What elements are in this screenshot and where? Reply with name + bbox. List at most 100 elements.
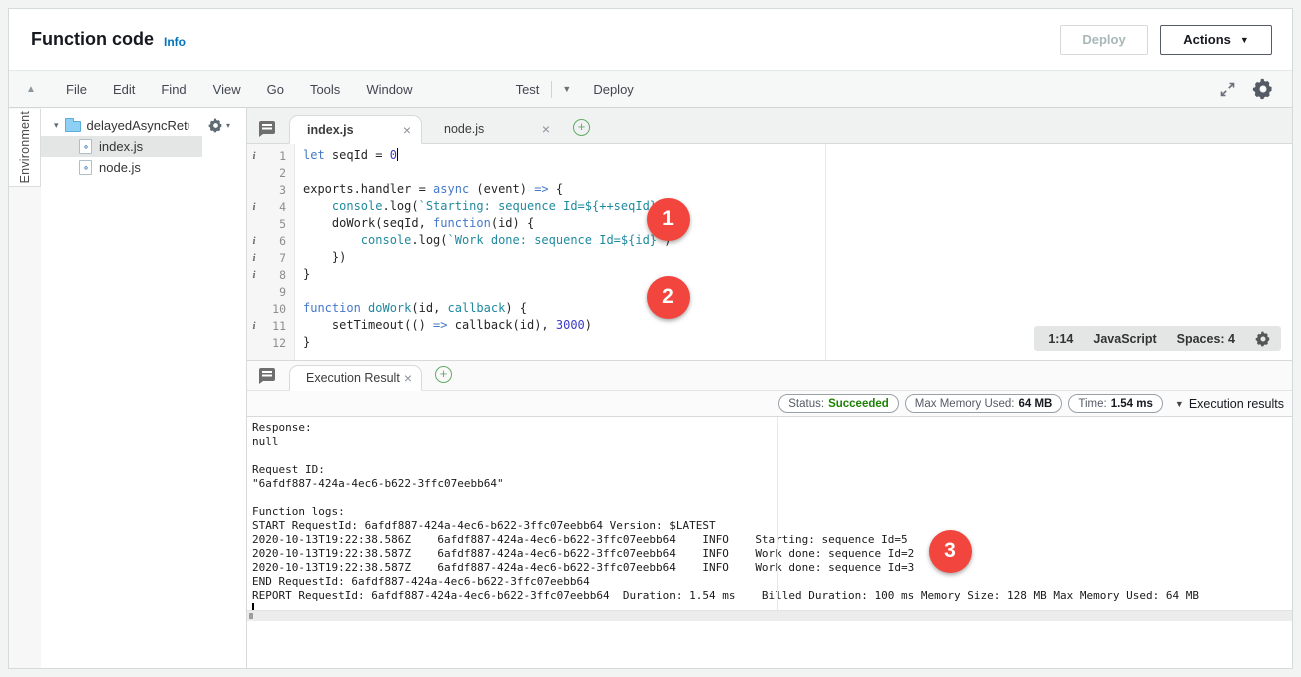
header-actions: Deploy Actions ▼ (1060, 25, 1272, 55)
chevron-down-icon: ▼ (1240, 35, 1249, 45)
code-text: doWork(seqId, function(id) { (295, 215, 534, 232)
ide-body: Environment ▾ delayedAsyncReturn ▾ ‹›ind… (9, 108, 1292, 668)
menu-item-window[interactable]: Window (353, 71, 425, 107)
code-line: i7 }) (247, 249, 1292, 266)
menu-items: FileEditFindViewGoToolsWindow (53, 71, 426, 107)
new-console-tab-button[interactable]: + (435, 366, 452, 383)
status-badge: Status:Succeeded (778, 394, 899, 413)
code-text: }) (295, 249, 346, 266)
actions-button[interactable]: Actions ▼ (1160, 25, 1272, 55)
menu-item-deploy[interactable]: Deploy (581, 82, 645, 97)
file-tree: ▾ delayedAsyncReturn ▾ ‹›index.js‹›node.… (41, 108, 247, 668)
text-cursor (397, 148, 399, 161)
code-token: exports.handler = (303, 182, 433, 196)
code-token: console (361, 233, 412, 247)
status-badge: Max Memory Used:64 MB (905, 394, 1063, 413)
horizontal-scrollbar[interactable] (247, 610, 1292, 621)
line-number[interactable]: 8 (261, 268, 295, 282)
code-token: ) (585, 318, 592, 332)
line-number[interactable]: 3 (261, 183, 295, 197)
language-mode[interactable]: JavaScript (1093, 332, 1156, 346)
status-badges: Status:Succeeded Max Memory Used:64 MB Tim… (778, 394, 1163, 413)
run-group: Test ▼ Deploy (504, 71, 646, 107)
tree-item-node.js[interactable]: ‹›node.js (41, 157, 202, 178)
code-token: `Starting: sequence Id=${++seqId}` (419, 199, 665, 213)
info-link[interactable]: Info (164, 35, 186, 49)
tree-item-index.js[interactable]: ‹›index.js (41, 136, 202, 157)
tab-execution-result[interactable]: Execution Result × (289, 365, 422, 391)
code-text: } (295, 334, 310, 351)
scrollbar-thumb[interactable] (249, 613, 253, 619)
code-token: function (303, 301, 361, 315)
code-token: 0 (390, 148, 397, 162)
new-tab-button[interactable]: + (573, 119, 590, 136)
menu-item-find[interactable]: Find (148, 71, 199, 107)
tree-item-label: index.js (99, 139, 143, 154)
execution-results-toggle[interactable]: ▼ Execution results (1175, 397, 1284, 411)
gutter-cell: 5 (247, 215, 295, 232)
code-token: setTimeout(() (303, 318, 433, 332)
line-number[interactable]: 2 (261, 166, 295, 180)
settings-gear-icon[interactable] (1252, 78, 1274, 100)
line-number[interactable]: 9 (261, 285, 295, 299)
tab-index.js[interactable]: index.js× (289, 115, 422, 144)
editor-tabs: index.js×node.js× (289, 114, 565, 143)
results-caret-icon: ▼ (1175, 399, 1184, 409)
code-text: function doWork(id, callback) { (295, 300, 527, 317)
code-line: i6 console.log(`Work done: sequence Id=$… (247, 232, 1292, 249)
menu-item-file[interactable]: File (53, 71, 100, 107)
line-number[interactable]: 1 (261, 149, 295, 163)
info-annotation-icon: i (247, 235, 261, 247)
execution-log[interactable]: Response:nullRequest ID:"6afdf887-424a-4… (247, 417, 1292, 610)
code-line: i8} (247, 266, 1292, 283)
code-editor[interactable]: i1let seqId = 023exports.handler = async… (247, 144, 1292, 361)
line-number[interactable]: 7 (261, 251, 295, 265)
code-token: } (303, 335, 310, 349)
folder-name: delayedAsyncReturn (87, 118, 189, 133)
tab-close-icon[interactable]: × (542, 121, 550, 137)
line-number[interactable]: 5 (261, 217, 295, 231)
menu-item-tools[interactable]: Tools (297, 71, 353, 107)
tree-settings-button[interactable]: ▾ (208, 118, 230, 133)
tab-node.js[interactable]: node.js× (427, 114, 560, 143)
deploy-button[interactable]: Deploy (1060, 25, 1148, 55)
log-caret (252, 603, 254, 610)
editor-settings-gear-icon[interactable] (1255, 331, 1271, 347)
menu-item-go[interactable]: Go (254, 71, 297, 107)
badge-value: 1.54 ms (1111, 398, 1153, 410)
indentation-setting[interactable]: Spaces: 4 (1177, 332, 1235, 346)
log-line (252, 449, 1292, 463)
folder-expand-caret-icon[interactable]: ▾ (54, 120, 59, 131)
fullscreen-icon[interactable] (1219, 81, 1236, 98)
console-list-menu-icon[interactable] (259, 368, 275, 381)
line-number[interactable]: 6 (261, 234, 295, 248)
menu-item-view[interactable]: View (200, 71, 254, 107)
line-number[interactable]: 11 (261, 319, 295, 333)
code-token: { (549, 182, 563, 196)
gutter-cell: i4 (247, 198, 295, 215)
test-dropdown-caret-icon[interactable]: ▼ (552, 84, 581, 94)
editor-column: index.js×node.js× + i1let seqId = 023exp… (247, 108, 1292, 668)
bottom-filler (247, 621, 1292, 668)
line-number[interactable]: 4 (261, 200, 295, 214)
collapse-menubar-icon[interactable]: ▲ (9, 84, 53, 95)
cursor-position[interactable]: 1:14 (1048, 332, 1073, 346)
tree-folder-row[interactable]: ▾ delayedAsyncReturn ▾ (41, 115, 246, 136)
code-token: => (433, 318, 447, 332)
environment-panel-tab[interactable]: Environment (9, 109, 41, 187)
menu-item-edit[interactable]: Edit (100, 71, 148, 107)
status-badge: Time:1.54 ms (1068, 394, 1163, 413)
gutter-cell: i7 (247, 249, 295, 266)
line-number[interactable]: 10 (261, 302, 295, 316)
tab-close-icon[interactable]: × (404, 370, 412, 386)
left-rail: Environment (9, 108, 41, 668)
code-line: 9 (247, 283, 1292, 300)
code-token: `Work done: sequence Id=${id}` (448, 233, 665, 247)
tab-list-menu-icon[interactable] (259, 121, 275, 134)
line-number[interactable]: 12 (261, 336, 295, 350)
menu-item-test[interactable]: Test (504, 82, 552, 97)
code-token: async (433, 182, 469, 196)
gutter-cell: 12 (247, 334, 295, 351)
tab-close-icon[interactable]: × (403, 122, 411, 138)
ide-menu-bar: ▲ FileEditFindViewGoToolsWindow Test ▼ D… (9, 70, 1292, 108)
